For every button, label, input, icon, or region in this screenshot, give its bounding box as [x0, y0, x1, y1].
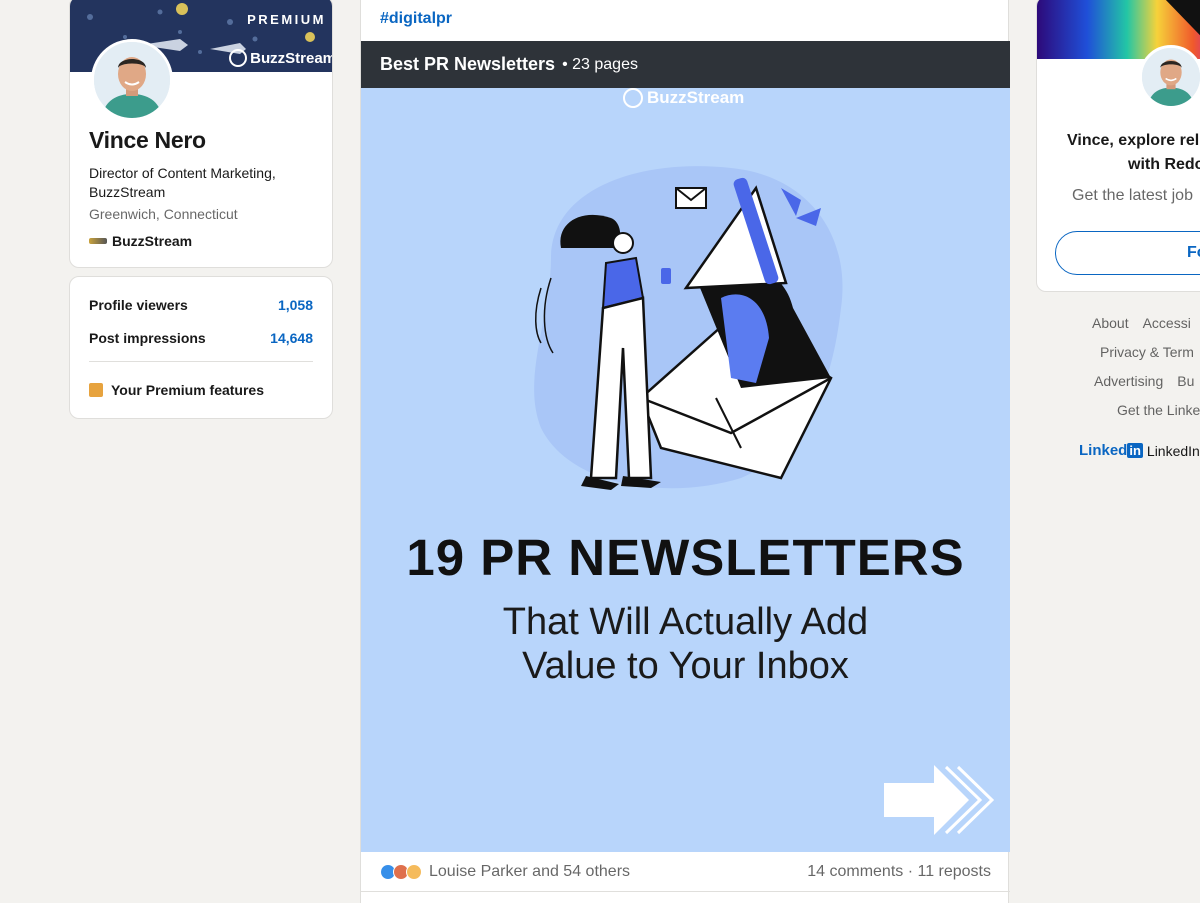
profile-viewers-label: Profile viewers — [89, 297, 188, 313]
footer-link-business[interactable]: Bu — [1177, 373, 1194, 389]
buzzstream-logo-icon — [623, 88, 643, 108]
linkedin-corporation-text: LinkedIn — [1146, 442, 1200, 459]
premium-features-label: Your Premium features — [111, 382, 265, 398]
hashtag-link[interactable]: #digitalpr — [380, 10, 452, 28]
company-logo-icon — [89, 238, 107, 244]
slide-subheadline-line2: Value to Your Inbox — [522, 645, 849, 687]
premium-label: PREMIUM — [247, 12, 326, 27]
profile-company[interactable]: BuzzStream — [89, 233, 192, 249]
ad-subtext: Get the latest job — [1072, 187, 1193, 204]
footer-link-privacy[interactable]: Privacy & Term — [1100, 344, 1194, 360]
profile-location: Greenwich, Connecticut — [89, 206, 238, 222]
profile-card[interactable]: PREMIUM BuzzStream Vince Nero Director o… — [69, 0, 333, 268]
slide-subheadline-line1: That Will Actually Add — [502, 601, 869, 643]
ad-message: Vince, explore rel with Redc — [1037, 129, 1200, 177]
profile-viewers-value: 1,058 — [277, 297, 313, 313]
document-header: Best PR Newsletters • 23 pages — [361, 41, 1010, 88]
avatar-portrait — [94, 42, 170, 118]
footer-link-about[interactable]: About — [1092, 315, 1129, 331]
profile-stats-card: Profile viewers 1,058 Post impressions 1… — [69, 276, 333, 419]
engagement-counts[interactable]: 14 comments · 11 reposts — [807, 863, 991, 881]
buzzstream-logo-icon — [229, 49, 248, 67]
banner-brand: BuzzStream — [229, 49, 333, 67]
slide-headline: 19 PR NEWSLETTERS — [406, 529, 965, 586]
document-title: Best PR Newsletters — [380, 54, 556, 74]
post-impressions-row[interactable]: Post impressions 14,648 — [89, 330, 313, 346]
footer-links: About Accessi Privacy & Term Advertising B… — [1036, 312, 1200, 432]
ad-message-line2: with Redc — [1128, 156, 1200, 173]
next-slide-arrow-icon[interactable] — [884, 765, 994, 835]
reaction-icons — [380, 863, 422, 880]
slide-subheadline: That Will Actually Add Value to Your Inb… — [361, 600, 1010, 688]
banner-brand-text: BuzzStream — [250, 49, 333, 67]
ad-avatar — [1139, 45, 1200, 109]
linkedin-footer-brand: Linked in LinkedIn — [1079, 442, 1200, 459]
footer-link-accessibility[interactable]: Accessi — [1143, 315, 1191, 331]
newsletter-illustration — [534, 166, 843, 490]
post-impressions-label: Post impressions — [89, 330, 206, 346]
social-counts-bar: Louise Parker and 54 others 14 comments … — [361, 852, 1010, 892]
reactions-summary[interactable]: Louise Parker and 54 others — [380, 863, 630, 881]
slide-brand-text: BuzzStream — [647, 88, 745, 107]
profile-viewers-row[interactable]: Profile viewers 1,058 — [89, 297, 313, 313]
document-pages: • 23 pages — [562, 55, 638, 73]
slide-brand: BuzzStream — [623, 88, 744, 108]
feed-post: #digitalpr Best PR Newsletters • 23 page… — [360, 0, 1010, 903]
reactions-text: Louise Parker and 54 others — [429, 862, 631, 880]
profile-company-name: BuzzStream — [112, 233, 193, 249]
document-slide[interactable]: BuzzStream 19 PR NEWSLETTERS That Will A… — [361, 88, 1010, 852]
profile-name[interactable]: Vince Nero — [89, 127, 206, 154]
stats-divider — [89, 361, 313, 362]
linkedin-logo-icon: Linked in — [1079, 442, 1143, 459]
profile-headline: Director of Content Marketing, BuzzStrea… — [89, 165, 276, 200]
linkedin-logo-word: Linked — [1079, 442, 1128, 459]
ad-message-line1: Vince, explore rel — [1067, 132, 1200, 149]
ad-follow-button[interactable]: Fo — [1055, 231, 1200, 275]
linkedin-logo-in: in — [1127, 443, 1143, 458]
sponsored-ad-card[interactable]: Vince, explore rel with Redc Get the lat… — [1036, 0, 1200, 292]
avatar[interactable] — [91, 39, 173, 121]
premium-icon — [89, 383, 103, 397]
footer-link-get-app[interactable]: Get the Linke — [1117, 402, 1200, 418]
footer-link-advertising[interactable]: Advertising — [1094, 373, 1163, 389]
post-impressions-value: 14,648 — [270, 330, 313, 346]
premium-features-link[interactable]: Your Premium features — [89, 382, 264, 398]
insightful-reaction-icon — [406, 863, 422, 880]
ad-avatar-portrait — [1142, 48, 1200, 106]
